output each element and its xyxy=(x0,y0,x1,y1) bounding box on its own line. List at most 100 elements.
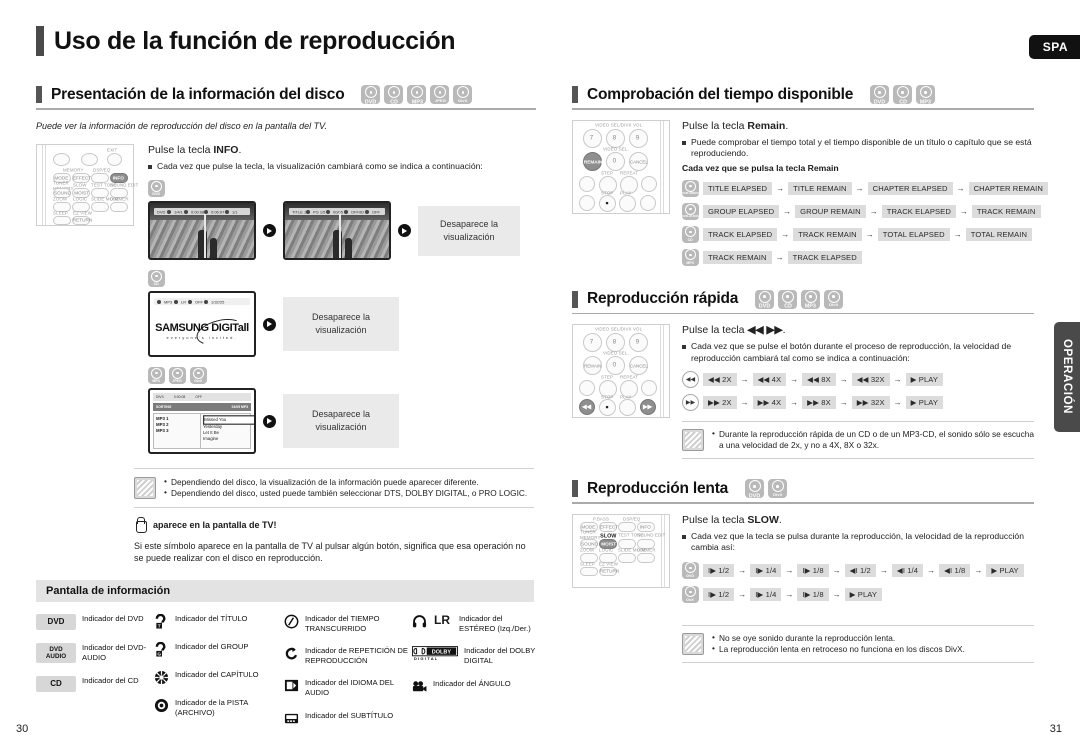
legend-item-title: T Indicador del TÍTULO xyxy=(154,613,284,629)
remote-button-dimmer[interactable] xyxy=(637,552,655,563)
flow-step: TITLE ELAPSED xyxy=(703,181,773,195)
section-header-disc-info: Presentación de la información del disco… xyxy=(36,85,536,104)
page-number-left: 30 xyxy=(16,723,29,735)
remote-button-mute[interactable] xyxy=(53,152,70,166)
remote-button-power[interactable] xyxy=(81,152,98,166)
disc-chip-row-divx: DivX xyxy=(190,367,207,384)
remote-button-info[interactable]: INFO xyxy=(110,172,128,183)
flow-step: TRACK ELAPSED xyxy=(703,227,778,241)
hand-warning-body: Si este símbolo aparece en la pantalla d… xyxy=(134,541,526,563)
info-screen-header: Pantalla de información xyxy=(36,580,534,602)
remote-button-sleep[interactable] xyxy=(53,215,71,225)
info-flow-dvd: DVD 1/4/1 0:00:08 0:06:07 1/1 TITLE 1 PG… xyxy=(148,201,536,260)
section-rule xyxy=(572,502,1034,504)
legend-item-dolby-digital: DOLBY DIGITAL Indicador del DOLBY DIGITA… xyxy=(412,646,536,666)
remote-button-8[interactable]: 8 xyxy=(606,333,625,352)
remote-button-dspeq[interactable] xyxy=(91,172,109,183)
flow-step: I▶ 1/2 xyxy=(703,587,735,601)
remote-button-next[interactable] xyxy=(641,175,657,192)
remote-button-9[interactable]: 9 xyxy=(629,333,648,352)
remote-button-rewind[interactable] xyxy=(579,194,595,211)
flow-arrow-icon xyxy=(263,317,276,331)
remote-button-9[interactable]: 9 xyxy=(629,128,648,148)
cd-badge-icon: CD xyxy=(36,676,76,692)
hand-icon xyxy=(134,517,147,533)
remote-button-stop[interactable]: ■ xyxy=(599,194,616,212)
disc-info-intro: Puede ver la información de reproducción… xyxy=(36,120,328,131)
legend-label: Indicador del IDIOMA DEL AUDIO xyxy=(305,678,394,697)
remote-button-7[interactable]: 7 xyxy=(583,333,602,352)
remote-button-effect[interactable]: EFFECT xyxy=(599,521,618,532)
fast-key-lead: Pulse la tecla ◀◀ ▶▶. xyxy=(682,324,786,336)
remote-button-return[interactable]: RETURN xyxy=(72,215,92,225)
remote-button-exit[interactable] xyxy=(107,152,122,166)
remote-button-stop[interactable]: ■ xyxy=(599,399,616,416)
flow-step: TRACK REMAIN xyxy=(793,227,862,241)
svg-text:DIGITAL: DIGITAL xyxy=(414,656,439,661)
remote-button-slidemode[interactable] xyxy=(618,552,636,563)
legend-item-elapsed-time: Indicador del TIEMPO TRANSCURRIDO xyxy=(284,614,412,633)
remote-button-remain[interactable]: REMAIN xyxy=(583,151,602,171)
remote-button-play-pause[interactable] xyxy=(619,194,636,212)
legend-label: Indicador del CD xyxy=(82,676,139,685)
osd-bar-3: MP3 LR OFF 1/32/25 xyxy=(154,298,250,305)
disc-chip-group: DVD CD MP3 JPEG DivX xyxy=(361,85,473,104)
remote-button-effect[interactable]: EFFECT xyxy=(72,172,91,183)
section-accent-bar xyxy=(36,86,42,103)
remote-button-sleep[interactable] xyxy=(580,566,598,576)
disc-chip-row-media: MP3 JPEG DivX xyxy=(148,367,536,384)
remote-button-prev[interactable] xyxy=(579,175,595,192)
note-item: Dependiendo del disco, usted puede tambi… xyxy=(164,487,527,499)
section-rule xyxy=(36,108,536,110)
legend-label: Indicador del DVD xyxy=(82,614,144,623)
remote-button-dimmer[interactable] xyxy=(110,201,128,212)
remote-button-remain[interactable]: REMAIN xyxy=(583,356,602,375)
remote-button-info[interactable]: INFO xyxy=(637,521,655,532)
language-badge: SPA xyxy=(1028,35,1080,59)
remote-button-forward[interactable] xyxy=(640,194,656,211)
remote-button-play-pause[interactable] xyxy=(619,399,636,416)
flow-step: ▶▶ 8X xyxy=(802,396,836,409)
subtitle-icon xyxy=(284,711,299,726)
flow-step: CHAPTER ELAPSED xyxy=(867,181,953,195)
remote-button-0[interactable]: 0 xyxy=(606,151,625,171)
remote-button-slidemode[interactable] xyxy=(91,201,109,212)
remote-button-cancel[interactable]: CANCEL xyxy=(629,151,648,171)
flow-step: ▶ PLAY xyxy=(905,373,944,386)
section-accent-bar xyxy=(572,290,578,308)
fast-forward-icon: ▶▶ xyxy=(682,394,699,411)
slow-note: No se oye sonido durante la reproducción… xyxy=(682,632,1034,655)
remote-button-prev[interactable] xyxy=(579,380,595,396)
flow-step: ◀◀ 4X xyxy=(752,373,787,386)
flow-step: ▶ PLAY xyxy=(986,563,1024,577)
remote-button-forward[interactable]: ▶▶ xyxy=(640,399,656,415)
remote-button-8[interactable]: 8 xyxy=(606,128,625,148)
remote-button-dspeq[interactable] xyxy=(618,521,636,532)
remote-button-0[interactable]: 0 xyxy=(606,356,625,375)
remain-flow-row: MP3 TRACK REMAIN → TRACK ELAPSED xyxy=(682,248,1048,266)
remote-button-cancel[interactable]: CANCEL xyxy=(629,356,648,375)
section-title: Reproducción lenta xyxy=(587,479,729,497)
fast-bullet: Cada vez que se pulse el botón durante e… xyxy=(682,341,1034,364)
disc-chip-dvd: DVD xyxy=(870,85,890,104)
list-item: Imagine xyxy=(202,436,219,442)
section-rule xyxy=(572,108,1034,110)
remote-button-return[interactable]: RETURN xyxy=(599,566,619,576)
flow-step: ◀◀ 32X xyxy=(851,373,890,386)
fast-note: Durante la reproducción rápida de un CD … xyxy=(682,428,1034,451)
fast-body: VIDEO SEL/DIVX VOL 7 8 9 VIDEO SEL. REMA… xyxy=(572,324,1034,459)
side-tab-operacion: OPERACIÓN xyxy=(1054,322,1080,432)
tv-screen-dvd-1: DVD 1/4/1 0:00:08 0:06:07 1/1 xyxy=(148,201,256,260)
track-icon xyxy=(154,698,169,713)
remote-button-rewind[interactable]: ◀◀ xyxy=(579,399,595,415)
remote-button-7[interactable]: 7 xyxy=(583,128,602,148)
pencil-icon xyxy=(134,477,156,499)
flow-step: TRACK REMAIN xyxy=(971,204,1041,218)
disc-chip-group: DVD CD MP3 DivX xyxy=(755,289,844,309)
flow-step: ◀◀ 2X xyxy=(703,373,737,386)
legend-label: Indicador del ESTÉREO (Izq./Der.) xyxy=(459,614,531,633)
disc-chip-divx: DivX xyxy=(682,585,699,603)
remote-button-next[interactable] xyxy=(641,380,657,396)
osd-bar-1: DVD 1/4/1 0:00:08 0:06:07 1/1 xyxy=(154,208,250,215)
slow-body: P.BASS DSP/EQ MODE EFFECT INFO TUNER MEMO… xyxy=(572,513,1034,663)
